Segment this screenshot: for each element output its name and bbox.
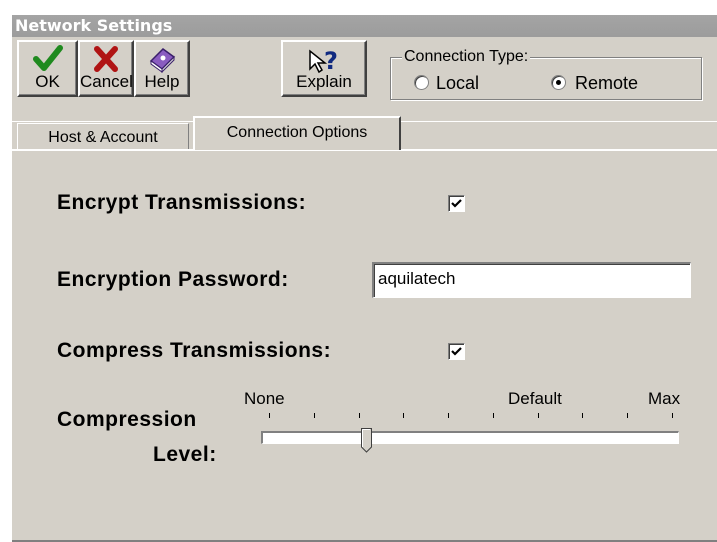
window-title: Network Settings xyxy=(12,15,717,37)
cancel-button[interactable]: Cancel xyxy=(78,40,134,97)
password-label: Encryption Password: xyxy=(57,268,289,291)
checkmark-icon xyxy=(451,347,462,356)
compression-level-label-line2: Level: xyxy=(153,443,217,466)
connection-type-legend: Connection Type: xyxy=(402,48,531,66)
help-button[interactable]: Help xyxy=(134,40,190,97)
local-radio-circle[interactable] xyxy=(414,75,429,90)
remote-radio-circle[interactable] xyxy=(551,75,566,90)
slider-tick xyxy=(538,413,539,418)
ok-button[interactable]: OK xyxy=(17,40,78,97)
slider-tick xyxy=(359,413,360,418)
encryption-password-field[interactable]: aquilatech xyxy=(372,262,691,298)
ok-label: OK xyxy=(35,72,60,91)
remote-radio-label[interactable]: Remote xyxy=(575,73,638,93)
x-icon xyxy=(94,46,118,72)
slider-max-label: Max xyxy=(648,389,681,408)
slider-tick xyxy=(582,413,583,418)
compression-slider-thumb[interactable] xyxy=(361,428,372,453)
tab-connection-options[interactable]: Connection Options xyxy=(193,116,401,150)
cancel-label: Cancel xyxy=(80,72,133,91)
help-label: Help xyxy=(144,72,180,91)
network-settings-window: Network Settings OK Cancel Help ? Explai… xyxy=(10,14,717,542)
explain-label: Explain xyxy=(296,72,352,91)
tab-host-account[interactable]: Host & Account xyxy=(17,123,189,150)
compression-level-label-line1: Compression xyxy=(57,408,197,431)
compress-label: Compress Transmissions: xyxy=(57,339,332,362)
local-radio-label[interactable]: Local xyxy=(436,73,479,93)
slider-tick xyxy=(627,413,628,418)
checkmark-icon xyxy=(451,199,462,208)
encrypt-label: Encrypt Transmissions: xyxy=(57,191,307,214)
slider-tick xyxy=(448,413,449,418)
slider-min-label: None xyxy=(244,389,285,408)
explain-button[interactable]: ? Explain xyxy=(281,40,367,97)
svg-text:?: ? xyxy=(324,47,338,75)
compress-checkbox[interactable] xyxy=(448,343,465,360)
compression-slider-track[interactable] xyxy=(261,431,679,444)
slider-tick xyxy=(269,413,270,418)
slider-tick xyxy=(403,413,404,418)
checkmark-icon xyxy=(32,45,63,71)
radio-selected-dot xyxy=(556,80,561,85)
slider-default-label: Default xyxy=(508,389,562,408)
help-book-icon xyxy=(149,48,176,73)
explain-question-icon: ? xyxy=(309,47,338,75)
encrypt-checkbox[interactable] xyxy=(448,195,465,212)
slider-tick xyxy=(314,413,315,418)
slider-thumb-shape xyxy=(361,428,372,453)
slider-tick xyxy=(493,413,494,418)
slider-tick xyxy=(672,413,673,418)
